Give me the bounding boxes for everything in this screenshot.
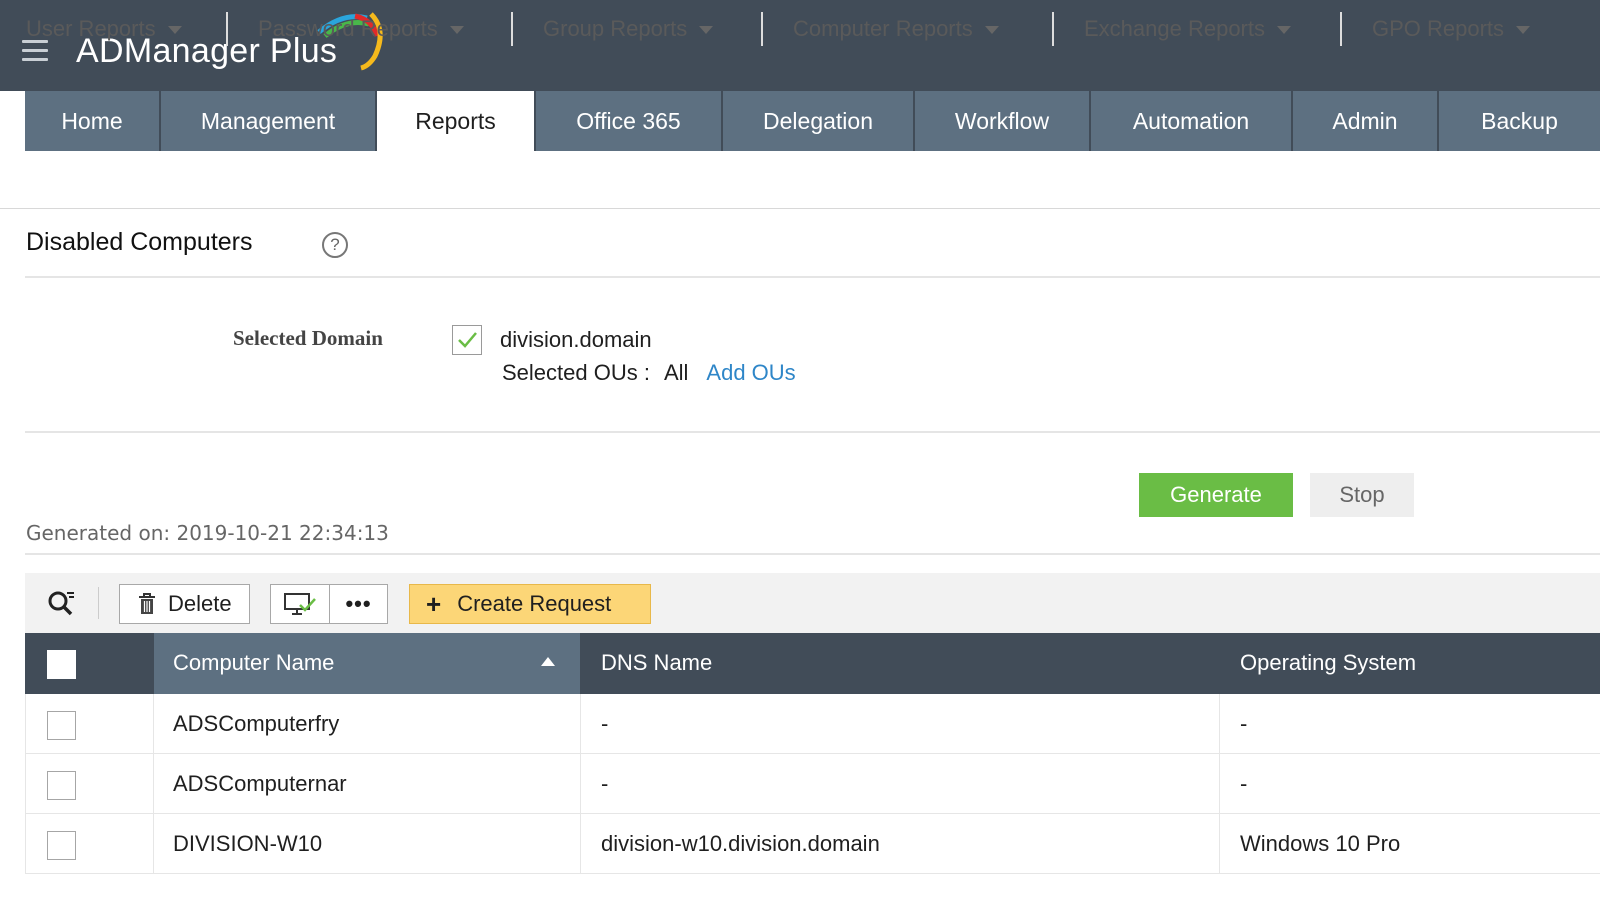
cell-dns-name: - bbox=[601, 711, 609, 736]
more-actions-button[interactable]: ••• bbox=[329, 584, 388, 624]
subnav-label: Password Reports bbox=[258, 16, 438, 41]
caret-down-icon bbox=[167, 26, 182, 34]
cell-computer-name: ADSComputerfry bbox=[173, 711, 340, 736]
column-header-computer-name[interactable]: Computer Name bbox=[173, 650, 334, 676]
report-toolbar bbox=[25, 573, 1600, 633]
subnav-divider bbox=[226, 12, 228, 46]
selected-domain-label: Selected Domain bbox=[233, 326, 383, 350]
caret-down-icon bbox=[449, 26, 464, 34]
row-checkbox[interactable] bbox=[47, 711, 76, 740]
tab-delegation[interactable]: Delegation bbox=[723, 91, 915, 151]
cell-operating-system: Windows 10 Pro bbox=[1240, 831, 1401, 856]
plus-icon: + bbox=[426, 588, 442, 619]
search-filter-icon[interactable] bbox=[46, 588, 76, 618]
subnav-divider bbox=[1340, 12, 1342, 46]
tab-reports[interactable]: Reports bbox=[377, 91, 536, 151]
selected-ous-label: Selected OUs : bbox=[502, 360, 650, 385]
computer-action-button[interactable] bbox=[270, 584, 330, 624]
create-request-label: Create Request bbox=[457, 591, 612, 616]
tab-office-365[interactable]: Office 365 bbox=[536, 91, 723, 151]
delete-label: Delete bbox=[168, 591, 232, 616]
domain-divider bbox=[25, 431, 1600, 433]
domain-name: division.domain bbox=[500, 327, 652, 352]
title-divider bbox=[25, 276, 1600, 278]
subnav-computer-reports[interactable]: Computer Reports bbox=[793, 0, 999, 58]
trash-icon bbox=[139, 593, 155, 614]
tab-workflow[interactable]: Workflow bbox=[915, 91, 1091, 151]
column-divider bbox=[1219, 694, 1220, 874]
more-icon: ••• bbox=[345, 591, 372, 616]
column-header-operating-system[interactable]: Operating System bbox=[1240, 650, 1416, 676]
generate-button[interactable]: Generate bbox=[1139, 473, 1293, 517]
caret-down-icon bbox=[1277, 26, 1291, 34]
subnav-divider bbox=[511, 12, 513, 46]
tab-admin[interactable]: Admin bbox=[1293, 91, 1439, 151]
help-icon[interactable]: ? bbox=[322, 232, 348, 258]
subnav-exchange-reports[interactable]: Exchange Reports bbox=[1084, 0, 1291, 58]
subnav-divider bbox=[1052, 12, 1054, 46]
subnav-user-reports[interactable]: User Reports bbox=[26, 0, 182, 58]
column-divider bbox=[153, 694, 154, 874]
cell-operating-system: - bbox=[1240, 771, 1248, 796]
subnav-label: Computer Reports bbox=[793, 16, 973, 41]
caret-down-icon bbox=[1516, 26, 1531, 34]
caret-down-icon bbox=[984, 26, 999, 34]
delete-button[interactable]: Delete bbox=[119, 584, 250, 624]
toolbar-divider bbox=[98, 587, 99, 619]
subnav-label: Group Reports bbox=[543, 16, 688, 41]
subnav-group-reports[interactable]: Group Reports bbox=[543, 0, 714, 58]
check-icon bbox=[458, 332, 477, 348]
subnav-gpo-reports[interactable]: GPO Reports bbox=[1372, 0, 1531, 58]
domain-checkbox[interactable] bbox=[452, 325, 482, 355]
tab-management[interactable]: Management bbox=[161, 91, 377, 151]
caret-down-icon bbox=[699, 26, 714, 34]
add-ous-link[interactable]: Add OUs bbox=[706, 360, 795, 385]
reports-sub-nav bbox=[0, 151, 1600, 209]
subnav-divider bbox=[761, 12, 763, 46]
cell-dns-name: division-w10.division.domain bbox=[601, 831, 880, 856]
generated-on-timestamp: Generated on: 2019-10-21 22:34:13 bbox=[26, 521, 389, 545]
subnav-label: Exchange Reports bbox=[1084, 16, 1265, 41]
cell-operating-system: - bbox=[1240, 711, 1248, 736]
cell-computer-name: ADSComputernar bbox=[173, 771, 347, 796]
subnav-password-reports[interactable]: Password Reports bbox=[258, 0, 464, 58]
selected-ous-value: All bbox=[663, 360, 689, 385]
tab-backup[interactable]: Backup bbox=[1439, 91, 1600, 151]
subnav-label: User Reports bbox=[26, 16, 156, 41]
cell-computer-name: DIVISION-W10 bbox=[173, 831, 323, 856]
row-checkbox[interactable] bbox=[47, 831, 76, 860]
tab-home[interactable]: Home bbox=[25, 91, 161, 151]
header-select-cell bbox=[25, 633, 154, 694]
selected-ous-line: Selected OUs : All Add OUs bbox=[502, 360, 796, 386]
select-all-checkbox[interactable] bbox=[47, 650, 76, 679]
computer-check-icon bbox=[284, 593, 316, 615]
create-request-button[interactable]: + Create Request bbox=[409, 584, 651, 624]
column-header-dns-name[interactable]: DNS Name bbox=[601, 650, 712, 676]
sort-ascending-icon[interactable] bbox=[541, 657, 555, 666]
report-divider bbox=[25, 553, 1600, 555]
row-checkbox[interactable] bbox=[47, 771, 76, 800]
cell-dns-name: - bbox=[601, 771, 609, 796]
page-title: Disabled Computers bbox=[26, 228, 253, 256]
stop-button[interactable]: Stop bbox=[1310, 473, 1414, 517]
subnav-label: GPO Reports bbox=[1372, 16, 1505, 41]
main-tabs: Home Management Reports Office 365 Deleg… bbox=[25, 91, 1600, 151]
column-divider bbox=[580, 694, 581, 874]
tab-automation[interactable]: Automation bbox=[1091, 91, 1293, 151]
